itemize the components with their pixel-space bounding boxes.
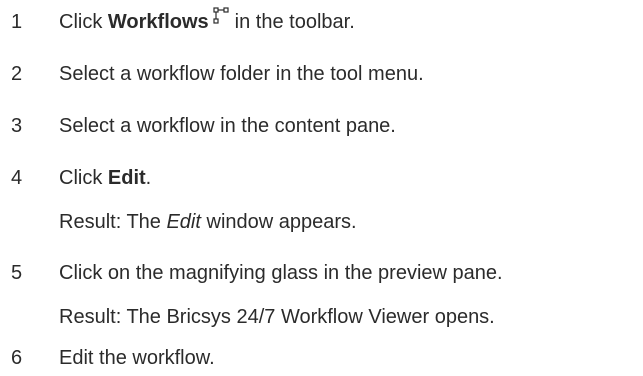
step-5-result: Result: The Bricsys 24/7 Workflow Viewer… bbox=[0, 302, 643, 332]
step-number: 4 bbox=[11, 167, 23, 189]
step-6: 6 Edit the workflow. bbox=[0, 343, 643, 373]
result-prefix: Result: The bbox=[59, 211, 167, 233]
step-number: 3 bbox=[11, 115, 23, 137]
workflow-icon bbox=[213, 7, 229, 24]
step-text: Click on the magnifying glass in the pre… bbox=[59, 262, 503, 284]
step-4-result: Result: The Edit window appears. bbox=[0, 207, 643, 237]
result-text: Result: The Bricsys 24/7 Workflow Viewer… bbox=[59, 306, 495, 328]
step-3: 3 Select a workflow in the content pane. bbox=[0, 111, 643, 141]
step-suffix: in the toolbar. bbox=[234, 11, 355, 33]
step-number: 5 bbox=[11, 262, 23, 284]
step-number: 6 bbox=[11, 347, 23, 369]
result-suffix: window appears. bbox=[200, 211, 357, 233]
step-prefix: Click bbox=[59, 167, 108, 189]
edit-window-name: Edit bbox=[166, 211, 201, 233]
step-text: Click Edit. bbox=[59, 163, 151, 193]
step-text: Select a workflow folder in the tool men… bbox=[59, 63, 424, 85]
step-prefix: Click bbox=[59, 11, 108, 33]
step-text: Click Workflows in the toolbar. bbox=[59, 7, 355, 37]
workflows-label: Workflows bbox=[107, 11, 209, 33]
step-suffix: . bbox=[145, 167, 152, 189]
result-text: Result: The Edit window appears. bbox=[59, 207, 357, 237]
step-2: 2 Select a workflow folder in the tool m… bbox=[0, 59, 643, 89]
step-text: Edit the workflow. bbox=[59, 347, 215, 369]
edit-label: Edit bbox=[107, 167, 146, 189]
step-5: 5 Click on the magnifying glass in the p… bbox=[0, 258, 643, 288]
step-4: 4 Click Edit. bbox=[0, 163, 643, 193]
step-number: 1 bbox=[11, 11, 23, 33]
step-text: Select a workflow in the content pane. bbox=[59, 115, 396, 137]
step-1: 1 Click Workflows in the toolbar. bbox=[0, 7, 643, 37]
step-number: 2 bbox=[11, 63, 23, 85]
